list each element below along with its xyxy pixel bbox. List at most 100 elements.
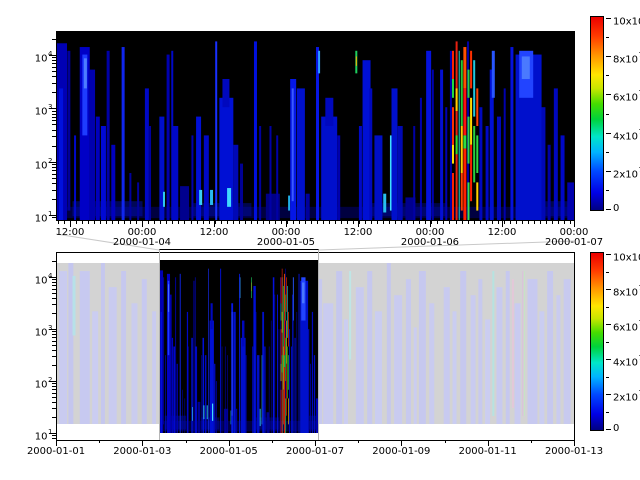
axis-tick [52, 83, 56, 84]
bottom-colorbar [590, 252, 604, 431]
colorbar-tick-label: 0 [613, 203, 619, 215]
axis-tick [606, 289, 611, 290]
axis-tick [540, 221, 541, 224]
axis-tick [606, 133, 611, 134]
axis-tick [52, 365, 56, 366]
axis-tick [456, 221, 457, 224]
axis-tick [148, 221, 149, 224]
axis-tick [99, 440, 100, 443]
axis-tick [443, 221, 444, 224]
axis-tick [52, 341, 56, 342]
axis-tick [221, 221, 222, 224]
x-tick-date-label: 2000-01-07 [545, 238, 603, 248]
top-spectrogram-image[interactable] [57, 32, 574, 220]
x-tick-date-label: 2000-01-11 [459, 447, 517, 457]
y-axis-label: 102 [22, 375, 52, 391]
axis-tick [52, 60, 56, 61]
x-tick-date-label: 2000-01-03 [113, 447, 171, 457]
axis-tick [52, 190, 56, 191]
x-tick-date-label: 2000-01-07 [286, 447, 344, 457]
y-axis-label: 103 [22, 102, 52, 118]
axis-tick [52, 76, 56, 77]
colorbar-tick-label: 8x107 [613, 283, 640, 299]
axis-tick [227, 221, 228, 224]
axis-tick [94, 221, 95, 224]
axis-tick [431, 221, 432, 224]
axis-tick [52, 178, 56, 179]
axis-tick [52, 417, 56, 418]
axis-tick [606, 254, 611, 255]
axis-tick [52, 386, 56, 387]
axis-tick [510, 221, 511, 224]
axis-tick [606, 209, 611, 210]
axis-tick [52, 124, 56, 125]
axis-tick [64, 221, 65, 224]
axis-tick [468, 221, 469, 224]
axis-tick [245, 221, 246, 224]
colorbar-tick-label: 10x107 [613, 12, 640, 28]
colorbar-tick-label: 4x107 [613, 127, 640, 143]
axis-tick [564, 221, 565, 224]
axis-tick [239, 221, 240, 224]
axis-tick [606, 37, 609, 38]
axis-tick [329, 221, 330, 224]
axis-tick [498, 221, 499, 224]
axis-tick [154, 221, 155, 224]
axis-tick [546, 221, 547, 224]
axis-tick [203, 221, 204, 224]
axis-tick [197, 221, 198, 224]
axis-tick [209, 221, 210, 224]
axis-tick [371, 221, 372, 224]
axis-tick [606, 171, 611, 172]
axis-tick [353, 221, 354, 224]
axis-tick [52, 408, 56, 409]
colorbar-tick-label: 6x107 [613, 88, 640, 104]
axis-tick [606, 94, 611, 95]
axis-tick [52, 136, 56, 137]
axis-tick [233, 221, 234, 224]
time-selection-box[interactable] [159, 249, 319, 440]
colorbar-tick-label: 4x107 [613, 353, 640, 369]
axis-tick [52, 199, 56, 200]
y-axis-label: 102 [22, 156, 52, 172]
axis-tick [522, 221, 523, 224]
axis-tick [118, 221, 119, 224]
colorbar-tick-label: 6x107 [613, 318, 640, 334]
axis-tick [52, 92, 56, 93]
y-axis-label: 101 [22, 427, 52, 443]
axis-tick [52, 174, 56, 175]
axis-tick [287, 221, 288, 224]
axis-tick [395, 221, 396, 224]
top-panel [56, 31, 575, 221]
axis-tick [504, 221, 505, 224]
axis-tick [52, 334, 56, 335]
axis-tick [112, 221, 113, 224]
axis-tick [449, 221, 450, 224]
axis-tick [407, 221, 408, 224]
axis-tick [606, 114, 609, 115]
axis-tick [606, 272, 609, 273]
axis-tick [606, 56, 611, 57]
axis-tick [52, 345, 56, 346]
axis-tick [52, 67, 56, 68]
axis-tick [166, 221, 167, 224]
axis-tick [299, 221, 300, 224]
x-tick-date-label: 2000-01-13 [545, 447, 603, 457]
axis-tick [52, 304, 56, 305]
axis-tick [425, 221, 426, 224]
axis-tick [52, 71, 56, 72]
x-tick-time-label: 12:00 [488, 228, 517, 238]
axis-tick [347, 221, 348, 224]
axis-tick [606, 152, 609, 153]
axis-tick [82, 221, 83, 224]
axis-tick [323, 221, 324, 224]
spectrogram-viewer: 10110210310410110210310412:0000:002000-0… [0, 0, 640, 480]
axis-tick [516, 221, 517, 224]
axis-tick [531, 440, 532, 443]
axis-tick [437, 221, 438, 224]
axis-tick [52, 282, 56, 283]
axis-tick [474, 221, 475, 224]
axis-tick [413, 221, 414, 224]
axis-tick [52, 402, 56, 403]
axis-tick [52, 63, 56, 64]
